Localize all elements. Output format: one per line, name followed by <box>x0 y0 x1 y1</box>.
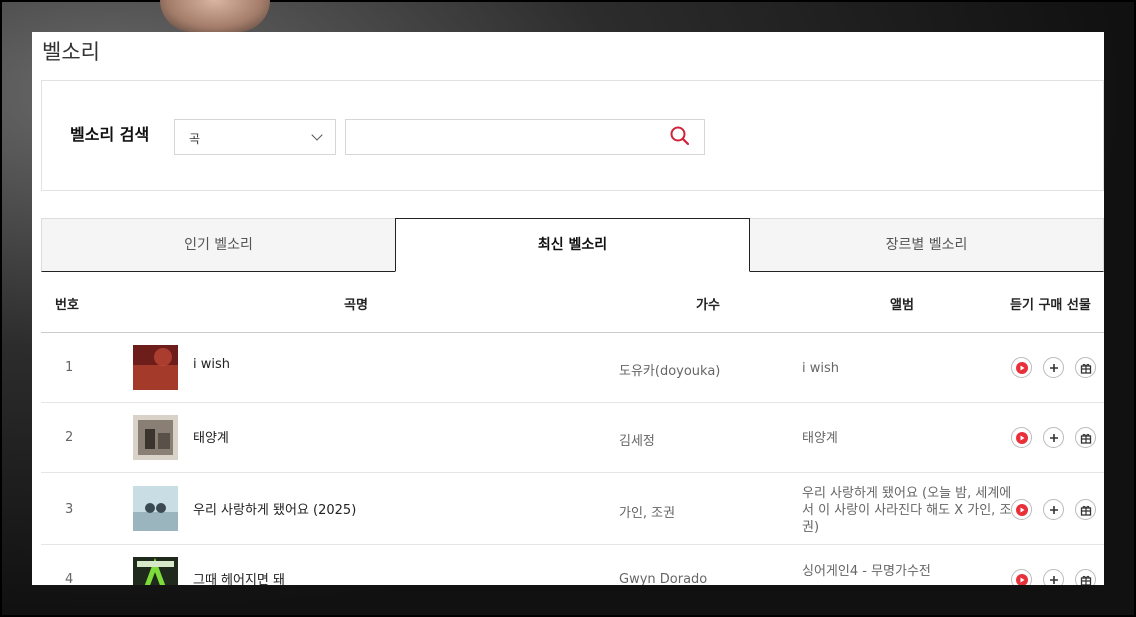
table-row: 4 그때 헤어지면 돼 Gwyn Dorado 싱어게인4 - 무명가수전 <box>41 545 1104 585</box>
table-header: 번호 곡명 가수 앨범 듣기 구매 선물 <box>41 272 1104 333</box>
album-name[interactable]: 우리 사랑하게 됐어요 (오늘 밤, 세계에서 이 사랑이 사라진다 해도 X … <box>802 485 1012 536</box>
table-row: 2 태양계 김세정 태양계 <box>41 403 1104 473</box>
search-type-value: 곡 <box>189 132 201 146</box>
tab-bar: 인기 벨소리 장르별 벨소리 최신 벨소리 <box>41 218 1104 272</box>
page-title: 벨소리 <box>42 40 100 64</box>
row-actions <box>1011 569 1096 585</box>
play-icon <box>1016 432 1028 444</box>
row-number: 1 <box>65 360 74 375</box>
song-title[interactable]: 우리 사랑하게 됐어요 (2025) <box>193 499 356 518</box>
album-cover[interactable] <box>133 557 178 585</box>
search-button[interactable] <box>666 123 694 151</box>
buy-button[interactable] <box>1043 569 1064 585</box>
play-icon <box>1016 504 1028 516</box>
row-number: 4 <box>65 572 74 585</box>
search-panel: 벨소리 검색 곡 <box>41 80 1104 191</box>
song-title[interactable]: 그때 헤어지면 돼 <box>193 569 285 585</box>
buy-button[interactable] <box>1043 499 1064 520</box>
song-title[interactable]: 태양계 <box>193 427 229 446</box>
plus-icon <box>1050 576 1058 584</box>
header-num: 번호 <box>55 298 79 313</box>
search-type-select[interactable]: 곡 <box>174 119 336 155</box>
search-icon <box>670 126 690 145</box>
gift-button[interactable] <box>1075 499 1096 520</box>
play-icon <box>1016 362 1028 374</box>
song-title[interactable]: i wish <box>193 357 230 372</box>
cover-art <box>133 557 178 585</box>
search-input[interactable] <box>345 119 705 155</box>
chevron-down-icon <box>311 129 323 141</box>
header-title: 곡명 <box>344 298 368 313</box>
gift-button[interactable] <box>1075 569 1096 585</box>
album-name[interactable]: i wish <box>802 360 1012 377</box>
album-cover[interactable] <box>133 415 178 460</box>
tab-genre[interactable]: 장르별 벨소리 <box>749 218 1104 272</box>
play-button[interactable] <box>1011 499 1032 520</box>
plus-icon <box>1050 506 1058 514</box>
plus-icon <box>1050 434 1058 442</box>
buy-button[interactable] <box>1043 357 1064 378</box>
ringtone-page: 벨소리 벨소리 검색 곡 인기 벨소리 장르별 벨소리 최신 벨소리 번호 곡명… <box>32 32 1104 585</box>
album-cover[interactable] <box>133 486 178 531</box>
row-number: 3 <box>65 502 74 517</box>
row-number: 2 <box>65 430 74 445</box>
artist-name[interactable]: 도유카(doyouka) <box>619 360 720 379</box>
gift-icon <box>1080 575 1092 585</box>
plus-icon <box>1050 364 1058 372</box>
row-actions <box>1011 357 1096 378</box>
album-name[interactable]: 태양계 <box>802 430 1012 447</box>
header-artist: 가수 <box>696 298 720 313</box>
tab-popular[interactable]: 인기 벨소리 <box>41 218 396 272</box>
buy-button[interactable] <box>1043 427 1064 448</box>
artist-name[interactable]: 김세정 <box>619 430 655 449</box>
header-album: 앨범 <box>890 298 914 313</box>
table-row: 1 i wish 도유카(doyouka) i wish <box>41 333 1104 403</box>
header-actions: 듣기 구매 선물 <box>1010 298 1091 313</box>
gift-button[interactable] <box>1075 427 1096 448</box>
cover-art <box>133 486 178 531</box>
search-label: 벨소리 검색 <box>70 125 150 144</box>
table-row: 3 우리 사랑하게 됐어요 (2025) 가인, 조권 우리 사랑하게 됐어요 … <box>41 473 1104 545</box>
artist-name[interactable]: Gwyn Dorado <box>619 572 707 585</box>
background-finger <box>160 0 270 32</box>
tab-latest[interactable]: 최신 벨소리 <box>395 218 750 272</box>
play-button[interactable] <box>1011 427 1032 448</box>
gift-icon <box>1080 363 1092 374</box>
artist-name[interactable]: 가인, 조권 <box>619 502 675 521</box>
play-button[interactable] <box>1011 357 1032 378</box>
album-cover[interactable] <box>133 345 178 390</box>
cover-art <box>133 415 178 460</box>
gift-icon <box>1080 505 1092 516</box>
cover-art <box>133 345 178 390</box>
row-actions <box>1011 499 1096 520</box>
play-button[interactable] <box>1011 569 1032 585</box>
row-actions <box>1011 427 1096 448</box>
album-name[interactable]: 싱어게인4 - 무명가수전 <box>802 563 1012 580</box>
play-icon <box>1016 574 1028 585</box>
gift-button[interactable] <box>1075 357 1096 378</box>
gift-icon <box>1080 433 1092 444</box>
